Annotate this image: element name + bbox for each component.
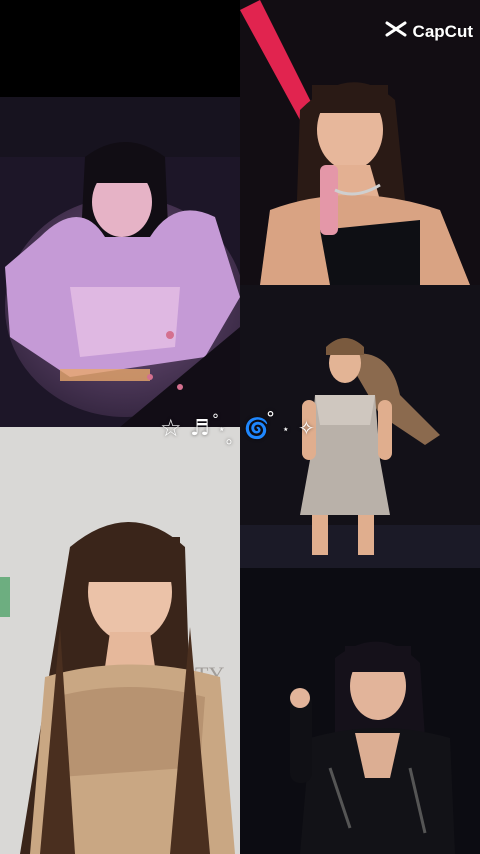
decorative-sticker-row: ☆ ♬ ° ⋆ ｡ 🌀 ° ⋆ ✧: [160, 408, 330, 447]
photo-black-outfit-headset-illustration: [240, 568, 480, 854]
photo-event-backdrop-smile-illustration: TY: [0, 427, 240, 854]
capcut-brand-text: CapCut: [412, 21, 473, 41]
capcut-logo-icon: [384, 20, 408, 43]
music-notes-icon: ♬: [190, 416, 210, 441]
star-outline-icon: ☆: [160, 414, 182, 442]
photo-stage-heart-hands: [0, 97, 240, 427]
photo-event-backdrop-smile: TY: [0, 427, 240, 854]
small-star-icon: ⋆: [218, 422, 226, 436]
photo-black-outfit-headset: [240, 568, 480, 854]
photo-stage-heart-hands-illustration: [0, 97, 240, 427]
small-star-icon-2: ⋆: [282, 422, 290, 436]
sparkle-icon: ✧: [298, 416, 315, 440]
degree-sparkle-icon-2: °: [266, 408, 275, 429]
capcut-watermark: CapCut: [384, 20, 473, 43]
small-circle-icon: ｡: [226, 428, 235, 447]
